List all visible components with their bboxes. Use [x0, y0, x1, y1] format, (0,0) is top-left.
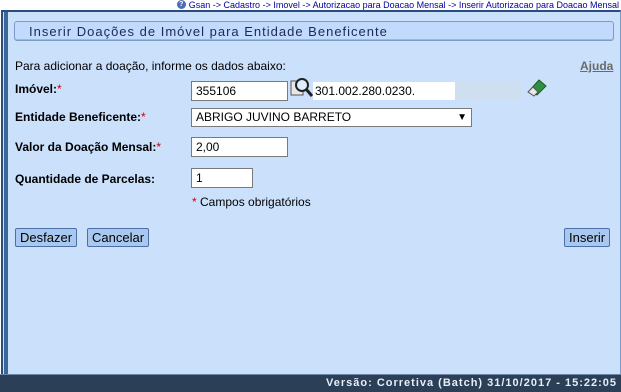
- required-marker: *: [156, 140, 162, 154]
- valor-label-text: Valor da Doação Mensal:: [15, 140, 157, 154]
- insert-button[interactable]: Inserir: [564, 228, 611, 247]
- intro-text: Para adicionar a doação, informe os dado…: [15, 59, 286, 73]
- entidade-select[interactable]: ABRIGO JUVINO BARRETO ▼: [191, 108, 472, 127]
- entidade-label: Entidade Beneficente:*: [15, 110, 146, 124]
- footer-bar: Versão: Corretiva (Batch) 31/10/2017 - 1…: [0, 374, 621, 392]
- form-title-bar: Inserir Doações de Imóvel para Entidade …: [14, 21, 614, 41]
- breadcrumb: ? Gsan -> Cadastro -> Imovel -> Autoriza…: [176, 0, 619, 10]
- imovel-description-field: 301.002.280.0230.: [313, 82, 521, 100]
- required-marker: *: [192, 195, 197, 209]
- parcelas-label-text: Quantidade de Parcelas:: [15, 172, 156, 186]
- required-note-text: Campos obrigatórios: [200, 195, 311, 209]
- valor-label: Valor da Doação Mensal:*: [15, 140, 161, 154]
- page-title: Inserir Doações de Imóvel para Entidade …: [29, 24, 388, 39]
- required-marker: *: [141, 110, 146, 124]
- valor-input[interactable]: 2,00: [191, 137, 288, 157]
- search-magnifier-icon[interactable]: [290, 77, 314, 99]
- imovel-input[interactable]: 355106: [191, 81, 288, 101]
- version-text: Versão: Corretiva (Batch) 31/10/2017 - 1…: [326, 377, 617, 389]
- entidade-selected-value: ABRIGO JUVINO BARRETO: [196, 110, 352, 124]
- cancel-button[interactable]: Cancelar: [87, 228, 150, 247]
- eraser-icon[interactable]: [526, 77, 548, 97]
- imovel-label: Imóvel:*: [15, 82, 62, 96]
- parcelas-input[interactable]: 1: [191, 168, 253, 188]
- info-icon[interactable]: ?: [176, 0, 186, 9]
- breadcrumb-text: Gsan -> Cadastro -> Imovel -> Autorizaca…: [188, 0, 619, 10]
- required-marker: *: [57, 82, 62, 96]
- dropdown-arrow-icon[interactable]: ▼: [457, 110, 467, 125]
- undo-button[interactable]: Desfazer: [15, 228, 78, 247]
- panel-left-border: [4, 12, 8, 374]
- entidade-label-text: Entidade Beneficente:: [15, 110, 142, 124]
- parcelas-label: Quantidade de Parcelas:: [15, 172, 155, 186]
- imovel-description: 301.002.280.0230.: [313, 82, 455, 100]
- help-link[interactable]: Ajuda: [580, 59, 613, 73]
- top-bar: ? Gsan -> Cadastro -> Imovel -> Autoriza…: [0, 0, 621, 10]
- imovel-label-text: Imóvel:: [15, 82, 58, 96]
- required-fields-note: * Campos obrigatórios: [192, 195, 311, 209]
